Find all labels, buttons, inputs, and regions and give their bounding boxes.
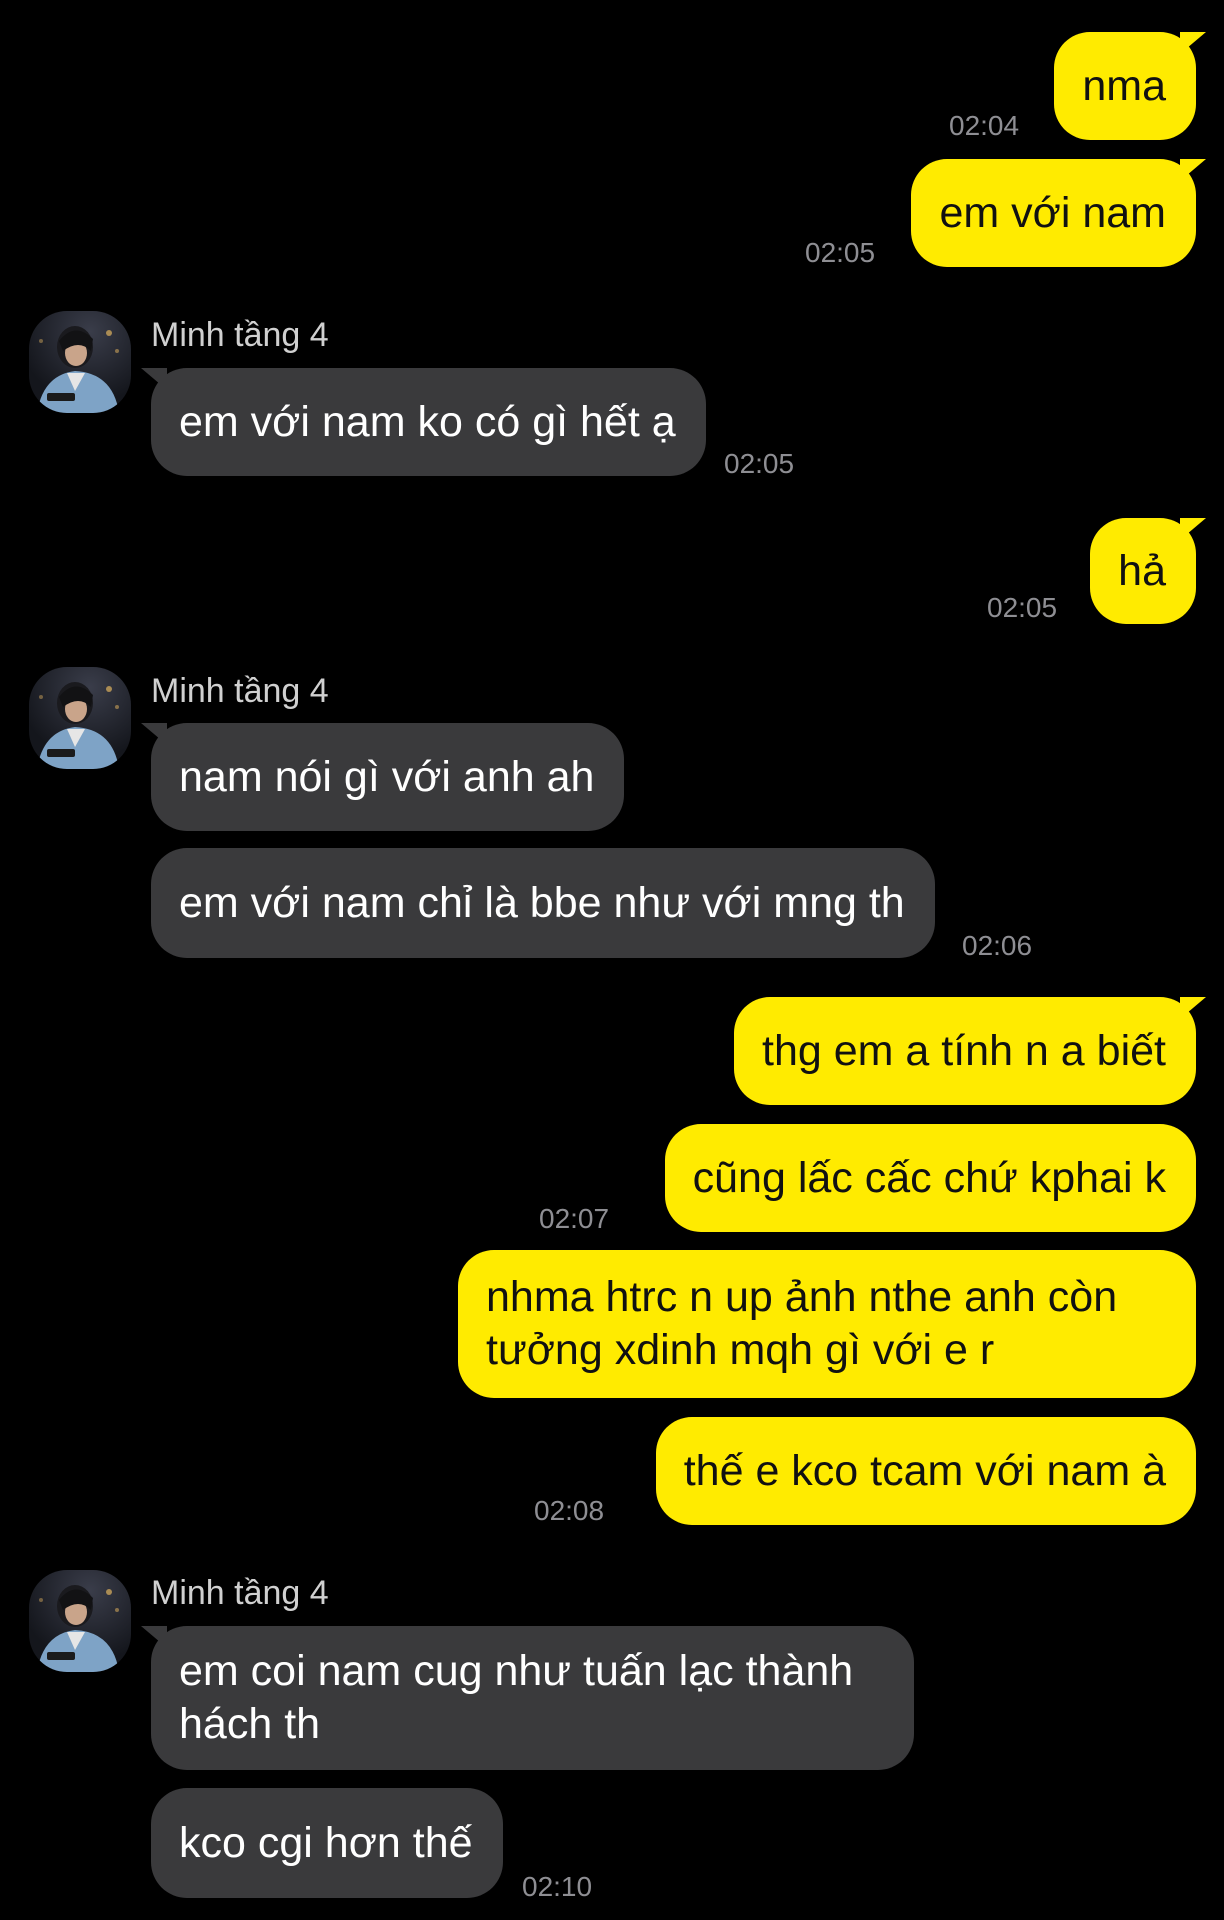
message-timestamp: 02:05 (805, 237, 876, 268)
message-bubble-outgoing[interactable]: cũng lấc cấc chứ kphai k (664, 1124, 1196, 1232)
message-timestamp: 02:06 (962, 930, 1033, 961)
message-bubble-incoming[interactable]: em coi nam cug như tuấn lạc thành hách t… (141, 1626, 914, 1770)
contact-avatar[interactable] (29, 667, 131, 769)
message-timestamp: 02:05 (987, 592, 1058, 623)
message-text: em với nam (939, 188, 1166, 237)
message-bubble-outgoing[interactable]: nma (1054, 32, 1206, 140)
message-timestamp: 02:05 (724, 448, 795, 479)
message-text: nma (1082, 61, 1166, 110)
message-bubble-incoming[interactable]: kco cgi hơn thế (151, 1788, 503, 1898)
message-bubble-outgoing[interactable]: hả (1090, 518, 1206, 624)
contact-name: Minh tầng 4 (151, 1574, 329, 1612)
message-text: nam nói gì với anh ah (179, 752, 595, 801)
message-text: em với nam ko có gì hết ạ (179, 397, 676, 446)
avatar-photo-icon (37, 1585, 119, 1672)
contact-avatar[interactable] (29, 1570, 131, 1672)
message-bubble-incoming[interactable]: nam nói gì với anh ah (140, 723, 625, 831)
contact-name: Minh tầng 4 (151, 316, 329, 354)
contact-name: Minh tầng 4 (151, 672, 329, 710)
contact-avatar[interactable] (29, 311, 131, 413)
message-text: nhma htrc n up ảnh nthe anh còn tưởng xd… (486, 1273, 1118, 1374)
message-bubble-outgoing[interactable]: thế e kco tcam với nam à (655, 1417, 1196, 1525)
message-timestamp: 02:04 (949, 110, 1020, 141)
message-timestamp: 02:08 (534, 1495, 605, 1526)
message-text: thế e kco tcam với nam à (683, 1446, 1166, 1495)
message-timestamp: 02:10 (522, 1871, 593, 1902)
message-bubble-outgoing[interactable]: em với nam (911, 159, 1206, 267)
message-bubble-outgoing[interactable]: nhma htrc n up ảnh nthe anh còn tưởng xd… (458, 1250, 1196, 1398)
message-text: cũng lấc cấc chứ kphai k (692, 1153, 1166, 1202)
message-text: thg em a tính n a biết (762, 1026, 1166, 1075)
message-bubble-incoming[interactable]: em với nam ko có gì hết ạ (141, 368, 706, 476)
message-text: hả (1118, 546, 1166, 595)
message-text: kco cgi hơn thế (179, 1818, 473, 1867)
message-text: em với nam chỉ là bbe như với mng th (179, 878, 905, 927)
message-timestamp: 02:07 (539, 1203, 610, 1234)
message-bubble-incoming[interactable]: em với nam chỉ là bbe như với mng th (151, 848, 935, 958)
chat-thread: nma 02:04 em với nam 02:05 Minh tầng 4 e… (0, 0, 1224, 1920)
message-text: em coi nam cug như tuấn lạc thành hách t… (179, 1647, 854, 1748)
message-bubble-outgoing[interactable]: thg em a tính n a biết (734, 997, 1206, 1105)
avatar-photo-icon (37, 326, 119, 413)
avatar-photo-icon (37, 682, 119, 769)
